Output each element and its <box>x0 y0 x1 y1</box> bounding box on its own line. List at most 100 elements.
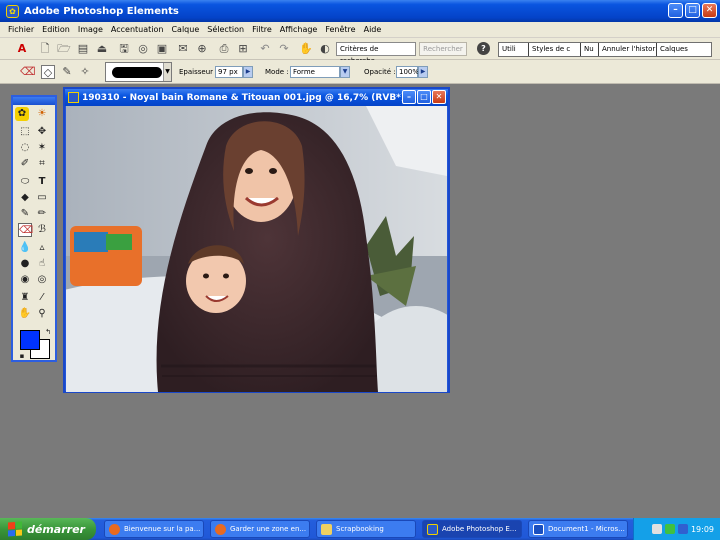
menu-fenetre[interactable]: Fenêtre <box>321 25 359 34</box>
mode-select[interactable]: Forme <box>290 66 340 78</box>
browse-icon[interactable]: ▤ <box>76 42 90 56</box>
menu-aide[interactable]: Aide <box>360 25 386 34</box>
maximize-button[interactable]: □ <box>685 3 700 18</box>
clone-stamp-icon[interactable]: ♜ <box>18 291 32 305</box>
undo-icon[interactable]: ↶ <box>258 42 272 56</box>
search-input[interactable]: Critères de recherche <box>336 42 416 65</box>
document-minimize-button[interactable]: – <box>402 90 416 104</box>
palette-tab-utili[interactable]: Utili <box>499 43 529 56</box>
opacity-label: Opacité : <box>364 68 396 76</box>
size-arrow[interactable]: ▶ <box>243 66 253 78</box>
adobe-icon[interactable]: A <box>15 42 29 56</box>
size-field[interactable]: 97 px <box>215 66 243 78</box>
smudge-tool-icon[interactable]: ☝ <box>35 257 49 271</box>
magic-wand-icon[interactable]: ✶ <box>35 141 49 155</box>
hand-icon[interactable]: ✋ <box>299 42 313 56</box>
photoshop-logo-icon: ✿ <box>15 107 29 121</box>
pencil-tool-icon[interactable]: ✏ <box>35 207 49 221</box>
palette-tab-calques[interactable]: Calques <box>657 43 711 56</box>
eraser-tool-icon[interactable]: ⌫ <box>18 223 33 237</box>
import-icon[interactable]: ⏏ <box>95 42 109 56</box>
menu-selection[interactable]: Sélection <box>203 25 248 34</box>
zoom-tool-icon[interactable]: ⚲ <box>35 307 49 321</box>
magic-eraser-icon[interactable]: ✧ <box>78 65 92 79</box>
toolbox-header[interactable] <box>13 97 55 105</box>
clock: 19:09 <box>690 524 714 534</box>
palette-tab-nu[interactable]: Nu <box>581 43 599 56</box>
marquee-tool-icon[interactable]: ⬚ <box>18 125 32 139</box>
palette-tab-history[interactable]: Annuler l'histor <box>599 43 657 56</box>
crop-tool-icon[interactable]: ⌗ <box>35 157 49 171</box>
document-close-button[interactable]: ✕ <box>432 90 446 104</box>
step-backward-icon[interactable]: ◐ <box>318 42 332 56</box>
taskbar-item-photoshop[interactable]: Adobe Photoshop E... <box>422 520 522 538</box>
tray-icon-1[interactable] <box>651 524 662 534</box>
firefox-icon <box>215 523 226 535</box>
taskbar-item-folder[interactable]: Scrapbooking <box>316 520 416 538</box>
paint-bucket-icon[interactable]: ◆ <box>18 191 32 205</box>
help-icon[interactable]: ? <box>477 42 490 55</box>
online-print-icon[interactable]: ⊞ <box>236 42 250 56</box>
brush-tool-icon[interactable]: ✎ <box>18 207 32 221</box>
blur-tool-icon[interactable]: 💧 <box>18 241 32 255</box>
shape-tool-icon[interactable]: ⬭ <box>18 175 32 189</box>
menu-fichier[interactable]: Fichier <box>4 25 38 34</box>
gradient-tool-icon[interactable]: ▭ <box>35 191 49 205</box>
new-file-icon[interactable]: 🗋 <box>38 42 52 56</box>
menu-filtre[interactable]: Filtre <box>248 25 276 34</box>
opacity-field[interactable]: 100% <box>396 66 419 78</box>
menu-image[interactable]: Image <box>74 25 107 34</box>
start-label: démarrer <box>27 522 85 536</box>
task-label: Document1 - Micros... <box>548 525 625 533</box>
close-button[interactable]: ✕ <box>702 3 717 18</box>
taskbar-item-word[interactable]: Document1 - Micros... <box>528 520 628 538</box>
email-icon[interactable]: ✉ <box>176 42 190 56</box>
sharpen-tool-icon[interactable]: ▵ <box>35 241 49 255</box>
save-web-icon[interactable]: ◎ <box>136 42 150 56</box>
eraser-option-icon[interactable]: ◇ <box>41 65 55 79</box>
brush-preview[interactable]: ▼ <box>105 62 172 82</box>
print-icon[interactable]: ⎙ <box>217 42 231 56</box>
hand-tool-icon[interactable]: ✋ <box>18 307 32 321</box>
sponge-tool-icon[interactable]: ● <box>18 257 32 271</box>
taskbar-item-firefox-1[interactable]: Bienvenue sur la pa... <box>104 520 204 538</box>
menu-affichage[interactable]: Affichage <box>276 25 322 34</box>
tray-icon-2[interactable] <box>664 524 675 534</box>
palette-tab-styles[interactable]: Styles de c <box>529 43 581 56</box>
search-button[interactable]: Rechercher <box>419 42 467 56</box>
print-preview-icon[interactable]: ▣ <box>155 42 169 56</box>
photo-canvas[interactable] <box>66 106 447 392</box>
taskbar-item-firefox-2[interactable]: Garder une zone en... <box>210 520 310 538</box>
open-file-icon[interactable]: 🗁 <box>57 42 71 56</box>
default-colors-icon[interactable]: ▪ <box>15 349 29 363</box>
document-titlebar[interactable]: 190310 - Noyal bain Romane & Titouan 001… <box>65 89 448 106</box>
menu-accentuation[interactable]: Accentuation <box>107 25 168 34</box>
online-services-icon[interactable]: ☀ <box>35 107 49 121</box>
system-tray: 19:09 <box>633 518 720 540</box>
document-maximize-button[interactable]: □ <box>417 90 431 104</box>
redo-icon[interactable]: ↷ <box>277 42 291 56</box>
save-icon[interactable]: 🖫 <box>117 42 131 56</box>
swap-colors-icon[interactable]: ↰ <box>41 325 55 339</box>
foreground-color-swatch[interactable] <box>20 330 40 350</box>
type-tool-icon[interactable]: T <box>35 175 49 189</box>
eraser-tool-icon[interactable]: ⌫ <box>20 65 36 79</box>
opacity-arrow[interactable]: ▶ <box>418 66 428 78</box>
brush-dropdown-arrow[interactable]: ▼ <box>163 63 171 81</box>
move-tool-icon[interactable]: ✥ <box>35 125 49 139</box>
lasso-tool-icon[interactable]: ◌ <box>18 141 32 155</box>
dodge-tool-icon[interactable]: ◉ <box>18 273 32 287</box>
red-eye-icon[interactable]: ◎ <box>35 273 49 287</box>
eyedropper-icon[interactable]: ⁄ <box>35 291 49 305</box>
windows-logo-icon <box>8 521 22 537</box>
selection-brush-icon[interactable]: ✐ <box>18 157 32 171</box>
mode-arrow[interactable]: ▼ <box>340 66 350 78</box>
impressionist-brush-icon[interactable]: ℬ <box>35 223 49 237</box>
start-button[interactable]: démarrer <box>0 518 96 540</box>
attach-icon[interactable]: ⊕ <box>195 42 209 56</box>
background-eraser-icon[interactable]: ✎ <box>60 65 74 79</box>
minimize-button[interactable]: – <box>668 3 683 18</box>
menu-calque[interactable]: Calque <box>167 25 203 34</box>
tray-icon-3[interactable] <box>677 524 688 534</box>
menu-edition[interactable]: Edition <box>38 25 74 34</box>
